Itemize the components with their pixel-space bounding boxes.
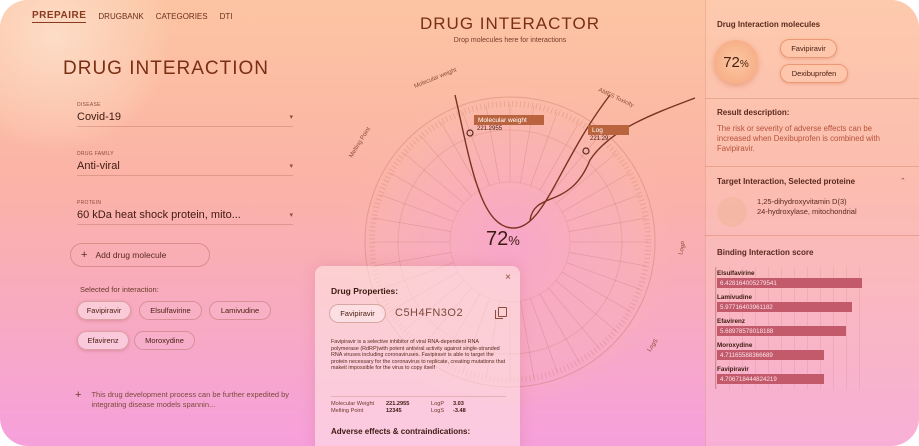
- interaction-score-ring: 72%: [714, 40, 758, 84]
- drug-properties-panel: × Drug Properties: Favipiravir C5H4FN3O2…: [315, 266, 520, 446]
- property-key: Molecular Weight: [331, 400, 375, 407]
- interaction-percent-value: 72: [486, 228, 509, 250]
- selected-for-interaction-label: Selected for interaction:: [80, 285, 159, 294]
- drug-family-value: Anti-viral: [77, 160, 120, 172]
- interactor-title: DRUG INTERACTOR: [420, 14, 600, 33]
- property-row: Melting Point 12345 LogS -3.48: [331, 407, 506, 414]
- binding-bar-item: Efavirenz 5.68978578018188: [717, 318, 847, 336]
- property-key: Melting Point: [331, 407, 364, 414]
- target-protein: 1,25-dihydroxyvitamin D(3) 24-hydroxylas…: [757, 197, 857, 217]
- protein-label: PROTEIN: [77, 200, 102, 206]
- chevron-down-icon: ▾: [289, 212, 293, 219]
- molecule-chip-dexibuprofen[interactable]: Dexibuprofen: [780, 64, 848, 83]
- annotation-log-value: 221.29: [590, 136, 609, 142]
- drug-family-select[interactable]: DRUG FAMILY Anti-viral ▾: [77, 151, 293, 176]
- chip-efavirenz[interactable]: Efavirenz: [77, 331, 129, 350]
- binding-bar-name: Lamivudine: [717, 294, 752, 301]
- drug-description: Favipiravir is a selective inhibitor of …: [331, 339, 506, 372]
- binding-bar-name: Efavirenz: [717, 318, 745, 325]
- disease-select[interactable]: DISEASE Covid-19 ▾: [77, 102, 293, 127]
- annotation-molecular-weight-tag: Molecular weight: [474, 115, 544, 125]
- binding-bar-item: Moroxydine 4.71165588366689: [717, 342, 825, 360]
- property-value: 12345: [386, 407, 402, 414]
- wheel-label-logp: LogP: [678, 240, 687, 255]
- property-value: 3.03: [453, 400, 464, 407]
- divider: [705, 166, 919, 167]
- annotation-molecular-weight-value: 221.2955: [477, 126, 503, 132]
- copy-icon[interactable]: [495, 307, 507, 319]
- binding-bar-name: Favipiravir: [717, 366, 749, 373]
- binding-bar[interactable]: 5.68978578018188: [717, 326, 847, 336]
- wheel-label-logs: LogS: [647, 338, 660, 353]
- drug-family-label: DRUG FAMILY: [77, 151, 114, 157]
- chip-moroxydine[interactable]: Moroxydine: [134, 331, 195, 350]
- result-description-title: Result description:: [717, 108, 790, 117]
- score-unit: %: [739, 58, 749, 70]
- binding-bar-name: Elsulfavirine: [717, 270, 755, 277]
- target-protein-line: 1,25-dihydroxyvitamin D(3): [757, 197, 847, 206]
- binding-score-title: Binding Interaction score: [717, 248, 814, 257]
- add-drug-molecule-label: Add drug molecule: [95, 250, 167, 260]
- molecules-title: Drug Interaction molecules: [717, 20, 821, 29]
- chip-lamivudine[interactable]: Lamivudine: [209, 301, 271, 320]
- app-root: PREPAIRE DRUGBANK CATEGORIES DTI DRUG IN…: [0, 0, 919, 446]
- binding-bar[interactable]: 6.428164005279541: [717, 278, 863, 288]
- divider: [705, 98, 919, 99]
- disease-label: DISEASE: [77, 102, 101, 108]
- property-value: -3.48: [453, 407, 466, 414]
- footnote-text: This drug development process can be fur…: [91, 390, 290, 409]
- adverse-effects-title: Adverse effects & contraindications:: [331, 427, 471, 436]
- binding-bar-item: Lamivudine 5.97716403961182: [717, 294, 853, 312]
- property-row: Molecular Weight 221.2955 LogP 3.03: [331, 400, 506, 407]
- drug-properties-title: Drug Properties:: [331, 286, 399, 296]
- molecule-chip-favipiravir[interactable]: Favipiravir: [780, 39, 837, 58]
- binding-bar-item: Favipiravir 4.706718444824219: [717, 366, 825, 384]
- chip-favipiravir[interactable]: Favipiravir: [77, 301, 131, 320]
- protein-icon: [717, 197, 747, 227]
- nav-link-categories[interactable]: CATEGORIES: [156, 12, 208, 21]
- plus-icon[interactable]: +: [75, 390, 81, 410]
- top-nav: PREPAIRE DRUGBANK CATEGORIES DTI: [32, 10, 232, 23]
- disease-value: Covid-19: [77, 111, 122, 123]
- protein-value: 60 kDa heat shock protein, mito...: [77, 209, 241, 221]
- binding-bar[interactable]: 4.71165588366689: [717, 350, 825, 360]
- annotation-log-tag: Log: [588, 125, 629, 135]
- page-title: DRUG INTERACTION: [63, 58, 269, 79]
- property-key: LogP: [431, 400, 445, 407]
- binding-bar-item: Elsulfavirine 6.428164005279541: [717, 270, 863, 288]
- binding-bar[interactable]: 5.97716403961182: [717, 302, 853, 312]
- chevron-down-icon: ▾: [289, 163, 293, 170]
- target-interaction-title: Target Interaction, Selected proteine: [717, 177, 856, 186]
- score-value: 72: [723, 53, 740, 71]
- drug-formula: C5H4FN3O2: [395, 307, 464, 319]
- plus-icon: +: [81, 249, 88, 261]
- app-logo[interactable]: PREPAIRE: [32, 10, 87, 23]
- result-description-text: The risk or severity of adverse effects …: [717, 124, 880, 153]
- protein-select[interactable]: PROTEIN 60 kDa heat shock protein, mito.…: [77, 200, 293, 225]
- chevron-down-icon: ▾: [289, 114, 293, 121]
- binding-bar-name: Moroxydine: [717, 342, 753, 349]
- wheel-label-melting-point: Melting Point: [349, 126, 373, 159]
- target-protein-line: 24-hydroxylase, mitochondrial: [757, 207, 857, 216]
- close-icon[interactable]: ×: [505, 272, 511, 283]
- divider: [705, 235, 919, 236]
- wheel-label-molecular-weight: Molecular weight: [414, 67, 458, 90]
- footnote: + This drug development process can be f…: [75, 390, 305, 410]
- drug-properties-table: Molecular Weight 221.2955 LogP 3.03 Melt…: [331, 396, 506, 414]
- add-drug-molecule-button[interactable]: + Add drug molecule: [70, 243, 210, 267]
- property-key: LogS: [431, 407, 445, 414]
- chip-elsulfavirine[interactable]: Elsulfavirine: [139, 301, 202, 320]
- interaction-percent-unit: %: [508, 233, 520, 248]
- nav-link-drugbank[interactable]: DRUGBANK: [98, 12, 143, 21]
- binding-bar[interactable]: 4.706718444824219: [717, 374, 825, 384]
- interaction-percent: 72%: [486, 228, 520, 251]
- drug-chip-favipiravir[interactable]: Favipiravir: [329, 304, 386, 323]
- chevron-up-icon[interactable]: ⌃: [900, 177, 906, 185]
- property-value: 221.2955: [386, 400, 410, 407]
- nav-link-dti[interactable]: DTI: [220, 12, 233, 21]
